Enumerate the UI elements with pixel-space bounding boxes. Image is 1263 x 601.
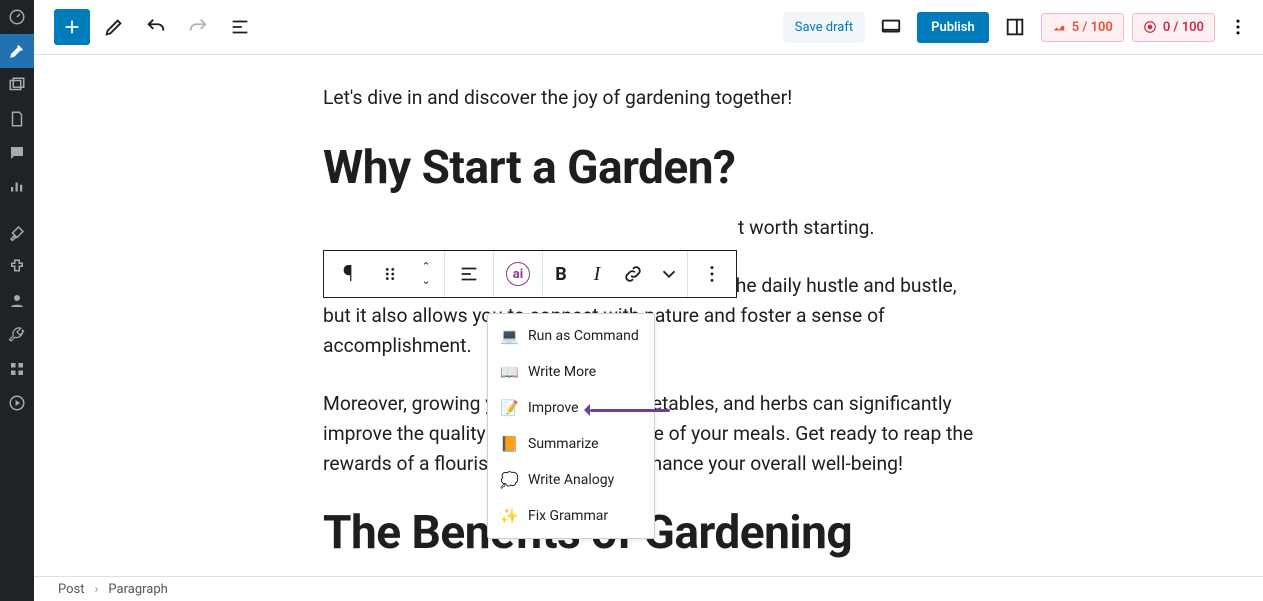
memo-icon: 📝	[500, 399, 518, 417]
link-button[interactable]	[615, 251, 651, 297]
drag-handle[interactable]	[372, 251, 408, 297]
publish-button[interactable]: Publish	[917, 12, 989, 43]
move-down-icon[interactable]: ⌄	[421, 274, 430, 288]
sidebar-appearance-icon[interactable]	[0, 216, 34, 250]
block-type-button[interactable]: ¶	[324, 251, 372, 297]
laptop-icon: 💻	[500, 327, 518, 345]
seo-score-text: 0 / 100	[1163, 20, 1204, 35]
sidebar-analytics-icon[interactable]	[0, 170, 34, 204]
menu-label: Improve	[528, 400, 579, 416]
ai-menu-write-more[interactable]: 📖 Write More	[488, 354, 654, 390]
block-more-options[interactable]	[688, 251, 736, 297]
sidebar-comments-icon[interactable]	[0, 136, 34, 170]
book-icon: 📖	[500, 363, 518, 381]
sparkles-icon: ✨	[500, 507, 518, 525]
ai-icon: ai	[506, 262, 530, 286]
bold-button[interactable]: B	[543, 251, 579, 297]
sidebar-media-icon[interactable]	[0, 68, 34, 102]
rank-icon	[1052, 20, 1066, 34]
thought-icon: 💭	[500, 471, 518, 489]
menu-label: Run as Command	[528, 328, 639, 344]
menu-label: Write More	[528, 364, 596, 380]
sidebar-plugins-icon[interactable]	[0, 250, 34, 284]
align-button[interactable]	[445, 251, 493, 297]
menu-label: Summarize	[528, 436, 599, 452]
block-breadcrumb: Post › Paragraph	[34, 576, 1263, 601]
chevron-right-icon: ›	[95, 582, 99, 597]
sidebar-video-icon[interactable]	[0, 386, 34, 420]
heading-why[interactable]: Why Start a Garden?	[323, 141, 983, 195]
edit-mode-button[interactable]	[96, 9, 132, 45]
sidebar-pages-icon[interactable]	[0, 102, 34, 136]
block-toolbar: ¶ ⌃ ⌄ ai B I	[323, 250, 737, 298]
sidebar-tools-icon[interactable]	[0, 318, 34, 352]
more-rich-text-button[interactable]	[651, 251, 687, 297]
rank-score-pill[interactable]: 5 / 100	[1041, 13, 1124, 42]
preview-button[interactable]	[873, 9, 909, 45]
move-up-icon[interactable]: ⌃	[421, 260, 430, 274]
block-movers[interactable]: ⌃ ⌄	[408, 251, 444, 297]
document-overview-button[interactable]	[222, 9, 258, 45]
more-options-button[interactable]	[1223, 12, 1253, 42]
ai-menu-summarize[interactable]: 📙 Summarize	[488, 426, 654, 462]
sidebar-posts-icon[interactable]	[0, 34, 34, 68]
seo-icon	[1143, 20, 1157, 34]
settings-sidebar-toggle[interactable]	[997, 9, 1033, 45]
editor-top-toolbar: Save draft Publish 5 / 100 0 / 100	[34, 0, 1263, 55]
sidebar-users-icon[interactable]	[0, 284, 34, 318]
ai-assist-button[interactable]: ai	[494, 251, 542, 297]
redo-button[interactable]	[180, 9, 216, 45]
sidebar-blocks-icon[interactable]	[0, 352, 34, 386]
breadcrumb-root[interactable]: Post	[58, 582, 85, 597]
ai-menu-write-analogy[interactable]: 💭 Write Analogy	[488, 462, 654, 498]
annotation-arrow	[580, 403, 670, 417]
save-draft-button[interactable]: Save draft	[783, 12, 865, 43]
ai-menu-run-command[interactable]: 💻 Run as Command	[488, 318, 654, 354]
rank-score-text: 5 / 100	[1072, 20, 1113, 35]
breadcrumb-leaf[interactable]: Paragraph	[108, 582, 167, 597]
ai-dropdown-menu: 💻 Run as Command 📖 Write More 📝 Improve 📙 Su…	[487, 313, 655, 539]
paragraph[interactable]: Let's dive in and discover the joy of ga…	[323, 83, 983, 113]
ai-menu-fix-grammar[interactable]: ✨ Fix Grammar	[488, 498, 654, 534]
undo-button[interactable]	[138, 9, 174, 45]
notebook-icon: 📙	[500, 435, 518, 453]
wp-admin-sidebar	[0, 0, 34, 601]
sidebar-dashboard-icon[interactable]	[0, 0, 34, 34]
menu-label: Fix Grammar	[528, 508, 608, 524]
seo-score-pill[interactable]: 0 / 100	[1132, 13, 1215, 42]
add-block-button[interactable]	[54, 9, 90, 45]
italic-button[interactable]: I	[579, 251, 615, 297]
menu-label: Write Analogy	[528, 472, 614, 488]
paragraph-fragment[interactable]: t worth starting.	[323, 213, 983, 243]
